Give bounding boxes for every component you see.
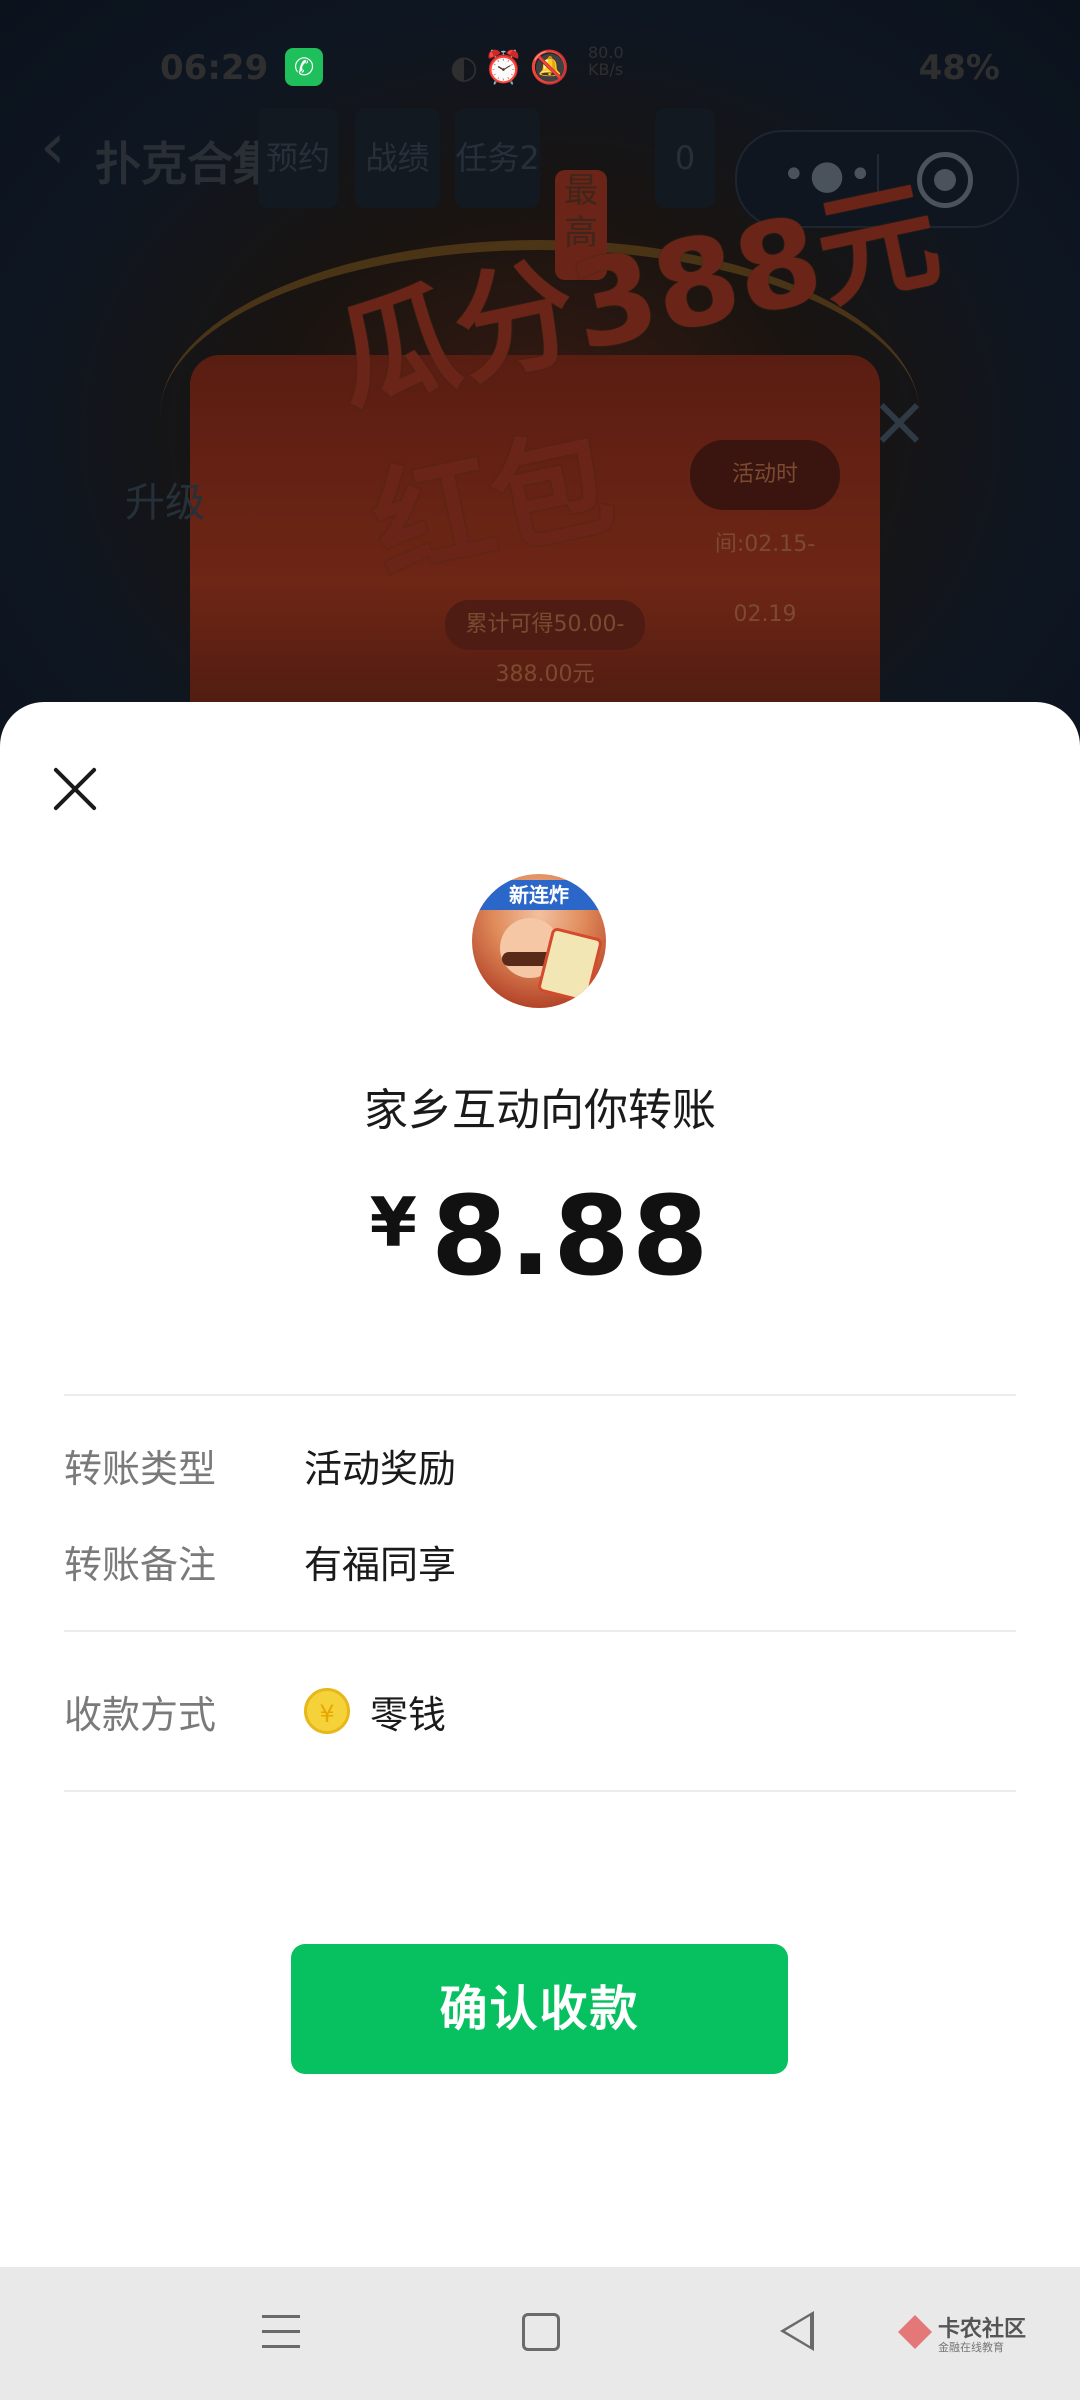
menu-icon[interactable] (262, 2315, 300, 2349)
avatar-band: 新连炸 (472, 880, 606, 910)
background-chip: 战绩 (355, 108, 440, 208)
background-title: 扑克合集 (95, 137, 279, 191)
side-label: 升级 (125, 480, 205, 526)
detail-row-note: 转账备注 有福同享 (64, 1534, 1016, 1594)
background-app: 06:29 ✆ ◐⏰🔕 80.0 KB/s 48% ‹ 扑克合集 预约 战绩 任… (0, 0, 1080, 720)
back-arrow-icon: ‹ (40, 110, 66, 184)
detail-label: 转账备注 (64, 1543, 217, 1587)
banner-time: 活动时间:02.15-02.19 (690, 440, 840, 627)
network-speed: 80.0 KB/s (588, 43, 624, 79)
divider (64, 1630, 1016, 1632)
coin-icon: ¥ (304, 1688, 350, 1734)
banner-close-icon: × (870, 380, 929, 462)
banner-subtitle: 累计可得50.00-388.00元 (445, 600, 645, 687)
transfer-amount: ¥8.88 (0, 1172, 1080, 1300)
background-chip: 预约 (258, 108, 338, 208)
amount-value: 8.88 (430, 1172, 711, 1300)
battery-level: 48% (918, 48, 1000, 88)
detail-label: 转账类型 (64, 1447, 217, 1491)
home-icon[interactable] (522, 2313, 560, 2351)
sender-avatar: 新连炸 (472, 874, 606, 1008)
watermark-logo-icon (898, 2315, 932, 2349)
detail-value: 有福同享 (304, 1543, 457, 1587)
currency-symbol: ¥ (369, 1184, 417, 1263)
back-icon[interactable] (780, 2311, 814, 2351)
payment-method-row[interactable]: 收款方式 ¥ 零钱 (64, 1684, 1016, 1744)
close-icon[interactable] (50, 764, 100, 814)
confirm-receive-button[interactable]: 确认收款 (291, 1944, 788, 2074)
status-icons: ◐⏰🔕 (450, 48, 576, 86)
transfer-sheet: 新连炸 家乡互动向你转账 ¥8.88 转账类型 活动奖励 转账备注 有福同享 收… (0, 702, 1080, 2267)
phone-call-icon: ✆ (285, 48, 323, 86)
detail-row-type: 转账类型 活动奖励 (64, 1438, 1016, 1498)
system-nav-bar: 卡农社区 金融在线教育 (0, 2267, 1080, 2400)
background-chip: 任务2 (455, 108, 540, 208)
watermark-subtitle: 金融在线教育 (938, 2341, 1004, 2354)
payment-value: 零钱 (370, 1693, 447, 1737)
divider (64, 1394, 1016, 1396)
status-time: 06:29 (160, 48, 269, 88)
payment-label: 收款方式 (64, 1693, 217, 1737)
detail-value: 活动奖励 (304, 1447, 457, 1491)
transfer-from-text: 家乡互动向你转账 (364, 1085, 716, 1136)
divider (64, 1790, 1016, 1792)
